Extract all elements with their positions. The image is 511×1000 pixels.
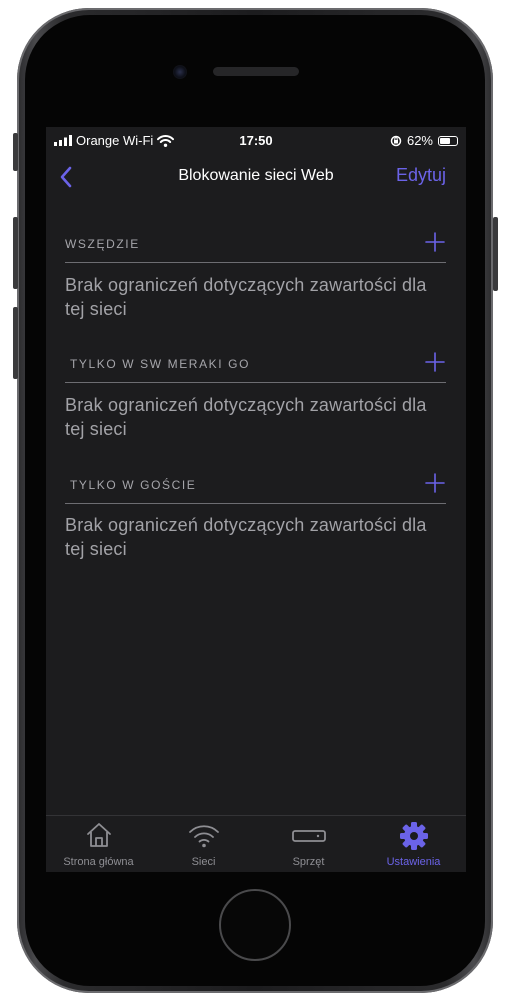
screen: Orange Wi-Fi 17:50 62% Blokowanie sieci … xyxy=(46,127,466,872)
tab-networks[interactable]: Sieci xyxy=(151,816,256,872)
section-header-sw-meraki-go: TYLKO W SW MERAKI GO xyxy=(65,342,446,383)
section-label: TYLKO W SW MERAKI GO xyxy=(70,357,251,371)
home-icon xyxy=(86,823,111,847)
section-label: TYLKO W GOŚCIE xyxy=(70,478,197,492)
add-rule-button[interactable] xyxy=(424,472,446,494)
tab-label: Sprzęt xyxy=(292,856,325,868)
volume-up-button xyxy=(13,217,18,289)
wifi-icon xyxy=(188,825,219,848)
status-bar: Orange Wi-Fi 17:50 62% xyxy=(46,127,466,155)
edit-button[interactable]: Edytuj xyxy=(396,165,446,186)
section-header-goscie: TYLKO W GOŚCIE xyxy=(65,463,446,504)
battery-icon xyxy=(438,135,458,146)
tab-label: Ustawienia xyxy=(386,856,441,868)
plus-icon xyxy=(425,232,445,252)
plus-icon xyxy=(425,473,445,493)
navigation-bar: Blokowanie sieci Web Edytuj xyxy=(46,155,466,199)
plus-icon xyxy=(425,352,445,372)
section-label: WSZĘDZIE xyxy=(65,237,140,251)
earpiece-speaker xyxy=(213,67,299,76)
tab-label: Strona główna xyxy=(63,856,134,868)
power-button xyxy=(493,217,498,291)
tab-bar: Strona główna Sieci Sprzęt Ustawienia xyxy=(46,815,466,872)
gear-icon xyxy=(399,822,428,850)
mute-switch xyxy=(13,133,18,171)
tab-settings[interactable]: Ustawienia xyxy=(361,816,466,872)
section-body-text: Brak ograniczeń dotyczących zawartości d… xyxy=(65,395,427,439)
orientation-lock-icon xyxy=(390,135,402,146)
front-camera xyxy=(173,65,187,79)
home-button[interactable] xyxy=(219,889,291,961)
add-rule-button[interactable] xyxy=(424,231,446,253)
tab-home[interactable]: Strona główna xyxy=(46,816,151,872)
battery-level xyxy=(440,137,450,144)
section-header-wszedzie: WSZĘDZIE xyxy=(65,222,446,263)
device-icon xyxy=(291,830,326,842)
battery-percent: 62% xyxy=(406,133,433,148)
volume-down-button xyxy=(13,307,18,379)
section-body-text: Brak ograniczeń dotyczących zawartości d… xyxy=(65,275,427,319)
tab-label: Sieci xyxy=(191,856,216,868)
tab-hardware[interactable]: Sprzęt xyxy=(256,816,361,872)
status-right: 62% xyxy=(390,133,458,148)
section-body-text: Brak ograniczeń dotyczących zawartości d… xyxy=(65,515,427,559)
add-rule-button[interactable] xyxy=(424,351,446,373)
